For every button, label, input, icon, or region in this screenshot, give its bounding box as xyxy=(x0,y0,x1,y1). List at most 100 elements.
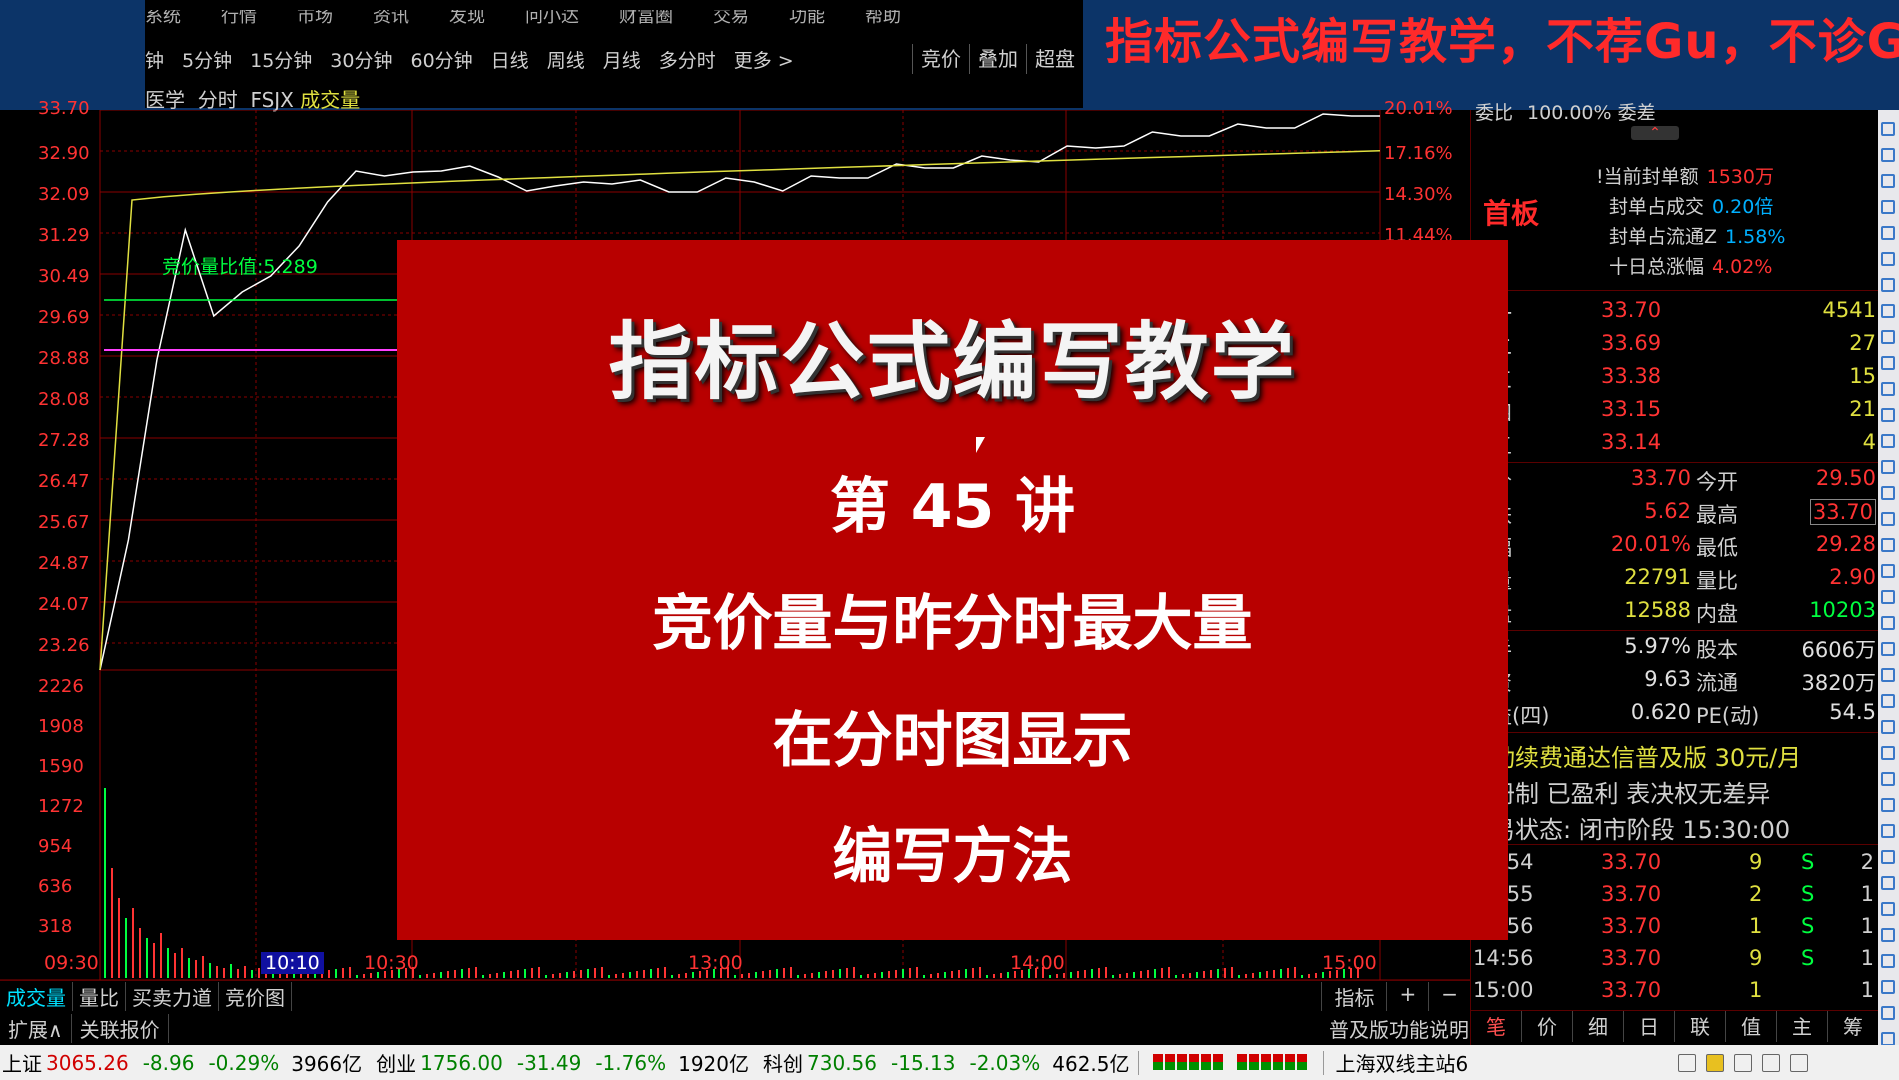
kc-index-name[interactable]: 科创 xyxy=(763,1048,803,1077)
tool-icon[interactable] xyxy=(1881,148,1895,162)
menu-item[interactable]: 问小达 xyxy=(525,10,579,24)
volume-bar xyxy=(1175,975,1177,978)
period-week[interactable]: 周线 xyxy=(547,46,585,73)
volume-bar xyxy=(1224,968,1226,978)
tab-buy-sell-force[interactable]: 买卖力道 xyxy=(126,982,219,1011)
add-button[interactable]: + xyxy=(1386,982,1428,1011)
menu-item[interactable]: 交易 xyxy=(713,10,749,24)
tool-icon[interactable] xyxy=(1881,538,1895,552)
tool-icon[interactable] xyxy=(1881,590,1895,604)
tool-icon[interactable] xyxy=(1881,746,1895,760)
lock-icon[interactable] xyxy=(1706,1053,1725,1072)
remove-button[interactable]: − xyxy=(1428,982,1470,1011)
menu-item[interactable]: 市场 xyxy=(297,10,333,24)
tab-volume-ratio[interactable]: 量比 xyxy=(73,982,126,1011)
super-button[interactable]: 超盘 xyxy=(1026,44,1083,74)
overlay-button[interactable]: 叠加 xyxy=(969,44,1026,74)
tool-icon[interactable] xyxy=(1881,486,1895,500)
tool-icon[interactable] xyxy=(1881,304,1895,318)
time-tick-selected[interactable]: 10:10 xyxy=(261,952,324,974)
tool-icon[interactable] xyxy=(1881,408,1895,422)
tab-link[interactable]: 联 xyxy=(1675,1011,1726,1042)
tool-icon[interactable] xyxy=(1881,252,1895,266)
tool-icon[interactable] xyxy=(1881,720,1895,734)
alert-icon[interactable] xyxy=(1790,1053,1809,1072)
tool-icon[interactable] xyxy=(1881,1006,1895,1020)
tool-icon[interactable] xyxy=(1881,850,1895,864)
menu-item[interactable]: 财富圈 xyxy=(619,10,673,24)
edition-help-link[interactable]: 普及版功能说明 xyxy=(1329,1014,1469,1043)
sh-index-name[interactable]: 上证 xyxy=(2,1048,42,1077)
tool-icon[interactable] xyxy=(1881,694,1895,708)
tool-icon[interactable] xyxy=(1881,668,1895,682)
tool-icon[interactable] xyxy=(1881,616,1895,630)
tab-value[interactable]: 值 xyxy=(1726,1011,1777,1042)
tool-icon[interactable] xyxy=(1881,824,1895,838)
tool-icon[interactable] xyxy=(1881,512,1895,526)
tab-ticks[interactable]: 笔 xyxy=(1471,1011,1522,1042)
collapse-icon[interactable]: ⌃ xyxy=(1631,126,1679,140)
tab-price[interactable]: 价 xyxy=(1522,1011,1573,1042)
tool-icon[interactable] xyxy=(1881,928,1895,942)
tab-detail[interactable]: 细 xyxy=(1573,1011,1624,1042)
bid-row[interactable]: 三33.3815 xyxy=(1491,364,1876,394)
tool-icon[interactable] xyxy=(1881,122,1895,136)
menu-item[interactable]: 行情 xyxy=(221,10,257,24)
menu-item[interactable]: 系统 xyxy=(145,10,181,24)
tool-icon[interactable] xyxy=(1881,1032,1895,1046)
tool-icon[interactable] xyxy=(1881,434,1895,448)
speaker-icon[interactable] xyxy=(1734,1053,1753,1072)
server-name[interactable]: 上海双线主站6 xyxy=(1336,1048,1469,1077)
tool-icon[interactable] xyxy=(1881,356,1895,370)
tool-icon[interactable] xyxy=(1881,642,1895,656)
tool-icon[interactable] xyxy=(1881,980,1895,994)
menu-item[interactable]: 资讯 xyxy=(373,10,409,24)
cy-index-name[interactable]: 创业 xyxy=(376,1048,416,1077)
period-1min[interactable]: 钟 xyxy=(145,46,164,73)
tool-icon[interactable] xyxy=(1881,798,1895,812)
window-icon[interactable] xyxy=(1678,1053,1697,1072)
tab-auction-chart[interactable]: 竞价图 xyxy=(219,982,292,1011)
tool-icon[interactable] xyxy=(1881,772,1895,786)
renewal-notice[interactable]: 动续费通达信普及版 30元/月 xyxy=(1491,738,1801,773)
bid-row[interactable]: 一33.704541 xyxy=(1491,298,1876,328)
expand-button[interactable]: 扩展∧ xyxy=(0,1013,72,1043)
tool-icon[interactable] xyxy=(1881,174,1895,188)
tool-icon[interactable] xyxy=(1881,876,1895,890)
tool-icon[interactable] xyxy=(1881,460,1895,474)
tool-icon[interactable] xyxy=(1881,954,1895,968)
bid-row[interactable]: 四33.1521 xyxy=(1491,397,1876,427)
related-quotes-button[interactable]: 关联报价 xyxy=(72,1013,169,1043)
tool-icon[interactable] xyxy=(1881,564,1895,578)
tool-icon[interactable] xyxy=(1881,902,1895,916)
period-30min[interactable]: 30分钟 xyxy=(330,46,392,73)
menu-item[interactable]: 功能 xyxy=(789,10,825,24)
seal-to-float: 封单占流通Z 1.58% xyxy=(1609,226,1786,248)
tool-icon[interactable] xyxy=(1881,200,1895,214)
volume-bar xyxy=(1049,975,1051,978)
menu-item[interactable]: 发现 xyxy=(449,10,485,24)
period-day[interactable]: 日线 xyxy=(491,46,529,73)
tool-icon[interactable] xyxy=(1881,382,1895,396)
period-15min[interactable]: 15分钟 xyxy=(250,46,312,73)
period-60min[interactable]: 60分钟 xyxy=(410,46,472,73)
bid-row[interactable]: 五33.144 xyxy=(1491,430,1876,460)
indicator-button[interactable]: 指标 xyxy=(1321,982,1386,1011)
tool-icon[interactable] xyxy=(1881,226,1895,240)
pin-icon[interactable] xyxy=(1762,1053,1781,1072)
tab-chips[interactable]: 筹 xyxy=(1828,1011,1879,1042)
tool-icon[interactable] xyxy=(1881,278,1895,292)
period-multi[interactable]: 多分时 xyxy=(659,46,716,73)
volume-bar xyxy=(1280,969,1282,978)
menu-item[interactable]: 帮助 xyxy=(865,10,901,24)
period-more[interactable]: 更多 > xyxy=(734,46,794,73)
menu-strip: 系统 行情 市场 资讯 发现 问小达 财富圈 交易 功能 帮助 钟 5分钟 15… xyxy=(145,0,1083,112)
tool-icon[interactable] xyxy=(1881,330,1895,344)
tab-day[interactable]: 日 xyxy=(1624,1011,1675,1042)
tab-volume[interactable]: 成交量 xyxy=(0,982,73,1011)
period-5min[interactable]: 5分钟 xyxy=(182,46,232,73)
bid-row[interactable]: 二33.6927 xyxy=(1491,331,1876,361)
tab-main[interactable]: 主 xyxy=(1777,1011,1828,1042)
auction-button[interactable]: 竞价 xyxy=(912,44,969,74)
period-month[interactable]: 月线 xyxy=(603,46,641,73)
